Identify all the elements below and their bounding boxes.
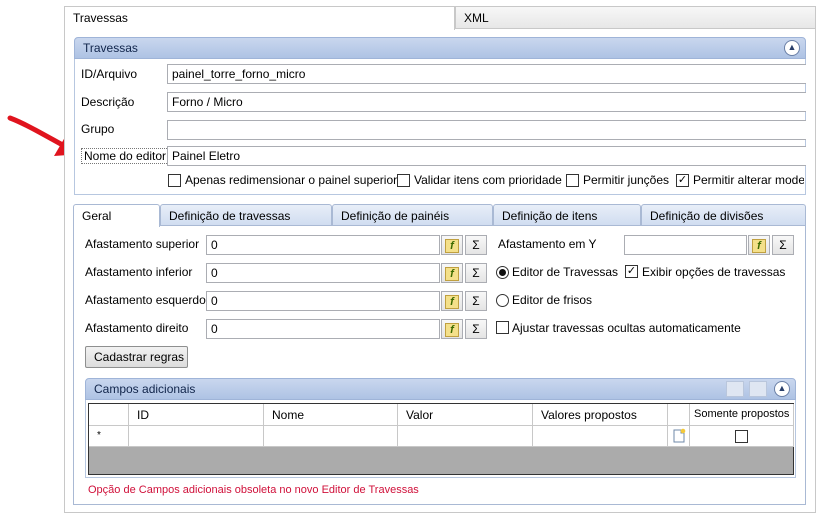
tab-xml[interactable]: XML xyxy=(455,6,816,28)
afastamento-esquerdo-input[interactable]: 0 xyxy=(206,291,440,311)
campos-adicionais-title: Campos adicionais xyxy=(94,382,196,396)
permitir-alterar-modelo-label: Permitir alterar modelo xyxy=(693,173,804,187)
nome-editor-field[interactable]: Painel Eletro xyxy=(167,146,806,166)
ajustar-ocultas-checkbox[interactable] xyxy=(496,321,509,334)
permitir-alterar-modelo-checkbox[interactable]: ✓ xyxy=(676,174,689,187)
tab-definicao-travessas[interactable]: Definição de travessas xyxy=(160,204,332,226)
grid-new-row-marker: * xyxy=(89,426,129,447)
sigma-icon[interactable]: Σ xyxy=(465,291,487,311)
formula-icon[interactable]: f xyxy=(441,235,463,255)
permitir-juncoes-label: Permitir junções xyxy=(583,173,670,187)
afastamento-inferior-input[interactable]: 0 xyxy=(206,263,440,283)
obsolete-warning: Opção de Campos adicionais obsoleta no n… xyxy=(88,484,419,496)
sigma-icon[interactable]: Σ xyxy=(772,235,794,255)
afastamento-inferior-label: Afastamento inferior xyxy=(85,265,193,279)
grid-cell-new-file[interactable] xyxy=(668,426,690,447)
editor-travessas-label: Editor de Travessas xyxy=(512,265,619,279)
afastamento-esquerdo-label: Afastamento esquerdo xyxy=(85,293,206,307)
tab-geral[interactable]: Geral xyxy=(73,204,160,227)
tab-travessas[interactable]: Travessas xyxy=(64,6,455,30)
descricao-field[interactable]: Forno / Micro xyxy=(167,92,806,112)
id-arquivo-field[interactable]: painel_torre_forno_micro xyxy=(167,64,806,84)
editor-frisos-label: Editor de frisos xyxy=(512,293,593,307)
campos-grid: ID Nome Valor Valores propostos Somente … xyxy=(88,403,794,475)
collapse-travessas-icon[interactable]: ▲ xyxy=(784,40,800,56)
afastamento-direito-input[interactable]: 0 xyxy=(206,319,440,339)
new-document-icon[interactable] xyxy=(671,428,687,444)
grid-tool-button[interactable] xyxy=(726,381,744,397)
editor-travessas-radio[interactable] xyxy=(496,266,509,279)
tab-definicao-itens[interactable]: Definição de itens xyxy=(493,204,641,226)
grid-cell-somente-propostos[interactable] xyxy=(690,426,794,447)
formula-icon[interactable]: f xyxy=(748,235,770,255)
apenas-redimensionar-label: Apenas redimensionar o painel superior xyxy=(185,173,398,187)
travessas-group-title: Travessas xyxy=(83,41,138,55)
campos-adicionais-header: Campos adicionais xyxy=(85,378,796,400)
grid-cell-valores-propostos[interactable] xyxy=(533,426,668,447)
descricao-label: Descrição xyxy=(81,95,135,109)
sigma-icon[interactable]: Σ xyxy=(465,319,487,339)
id-arquivo-label: ID/Arquivo xyxy=(81,67,138,81)
grid-col-somente-propostos[interactable]: Somente propostos xyxy=(690,404,794,426)
afastamento-direito-label: Afastamento direito xyxy=(85,321,189,335)
exibir-opcoes-label: Exibir opções de travessas xyxy=(642,265,786,279)
tab-definicao-paineis[interactable]: Definição de painéis xyxy=(332,204,493,226)
validar-prioridade-label: Validar itens com prioridade xyxy=(414,173,562,187)
formula-icon[interactable]: f xyxy=(441,319,463,339)
formula-icon[interactable]: f xyxy=(441,291,463,311)
editor-frisos-radio[interactable] xyxy=(496,294,509,307)
exibir-opcoes-checkbox[interactable]: ✓ xyxy=(625,265,638,278)
sigma-icon[interactable]: Σ xyxy=(465,263,487,283)
somente-propostos-checkbox[interactable] xyxy=(735,430,748,443)
sigma-icon[interactable]: Σ xyxy=(465,235,487,255)
collapse-campos-icon[interactable]: ▲ xyxy=(774,381,790,397)
grid-cell-nome[interactable] xyxy=(264,426,398,447)
cadastrar-regras-button[interactable]: Cadastrar regras xyxy=(85,346,188,368)
travessas-group-header: Travessas xyxy=(74,37,806,59)
afastamento-superior-input[interactable]: 0 xyxy=(206,235,440,255)
grid-col-valor[interactable]: Valor xyxy=(398,404,533,426)
tab-definicao-divisoes[interactable]: Definição de divisões xyxy=(641,204,806,226)
grid-col-valores-propostos[interactable]: Valores propostos xyxy=(533,404,668,426)
afastamento-superior-label: Afastamento superior xyxy=(85,237,200,251)
grid-cell-id[interactable] xyxy=(129,426,264,447)
grupo-field[interactable] xyxy=(167,120,806,140)
grid-col-nome[interactable]: Nome xyxy=(264,404,398,426)
grupo-label: Grupo xyxy=(81,122,115,136)
nome-editor-label: Nome do editor xyxy=(81,148,170,164)
formula-icon[interactable]: f xyxy=(441,263,463,283)
grid-col-id[interactable]: ID xyxy=(129,404,264,426)
afastamento-y-input[interactable] xyxy=(624,235,747,255)
permitir-juncoes-checkbox[interactable] xyxy=(566,174,579,187)
grid-row-header-corner xyxy=(89,404,129,426)
apenas-redimensionar-checkbox[interactable] xyxy=(168,174,181,187)
grid-cell-valor[interactable] xyxy=(398,426,533,447)
ajustar-ocultas-label: Ajustar travessas ocultas automaticament… xyxy=(512,321,741,335)
afastamento-y-label: Afastamento em Y xyxy=(498,237,597,251)
grid-col-blank xyxy=(668,404,690,426)
validar-prioridade-checkbox[interactable] xyxy=(397,174,410,187)
grid-tool-button[interactable] xyxy=(749,381,767,397)
